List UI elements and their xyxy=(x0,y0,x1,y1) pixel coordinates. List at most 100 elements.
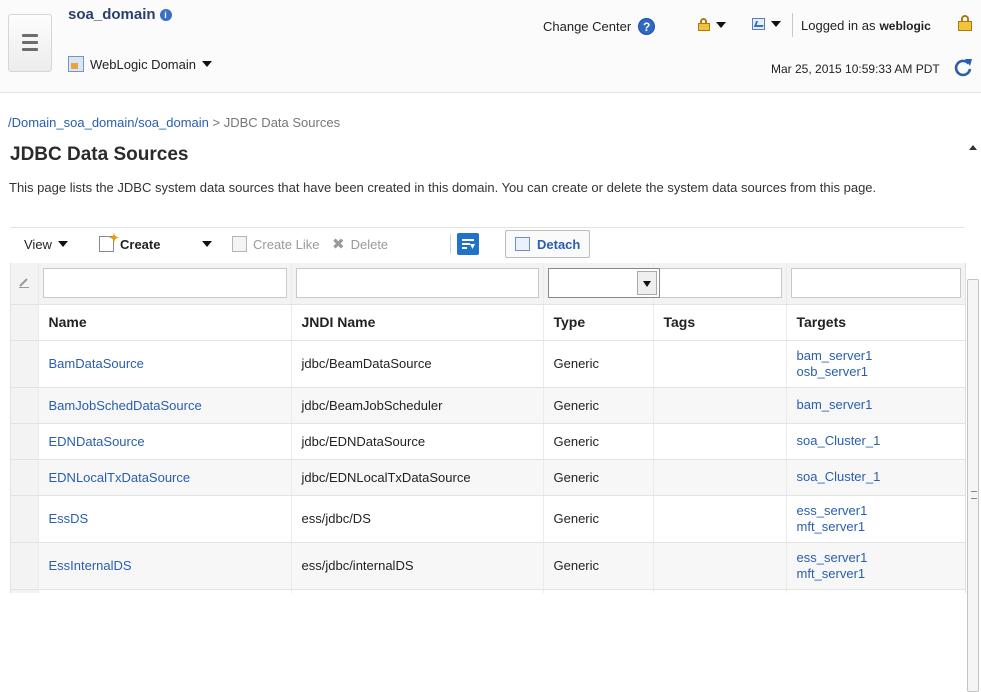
breadcrumb-separator: > xyxy=(212,115,221,130)
table-row[interactable]: EssDS ess/jdbc/DS Generic ess_server1 mf… xyxy=(11,495,965,543)
type-cell: Generic xyxy=(543,423,654,460)
breadcrumb: /Domain_soa_domain/soa_domain > JDBC Dat… xyxy=(8,115,340,130)
table-row[interactable]: EssInternalDS ess/jdbc/internalDS Generi… xyxy=(11,542,965,590)
data-source-name-link[interactable]: BamDataSource xyxy=(49,356,144,371)
name-filter-input[interactable] xyxy=(42,268,287,299)
targets-cell: bam_server1 xyxy=(786,387,965,424)
filter-cell-targets xyxy=(786,263,965,305)
tags-cell xyxy=(653,459,787,496)
lock-icon xyxy=(698,18,710,31)
hamburger-menu-icon xyxy=(22,34,38,37)
page-title: JDBC Data Sources xyxy=(10,144,189,165)
delete-label: Delete xyxy=(350,236,389,252)
change-center-link[interactable]: Change Center ? xyxy=(543,18,656,35)
breadcrumb-current: JDBC Data Sources xyxy=(223,115,341,130)
create-button[interactable]: Create xyxy=(99,228,160,260)
target-link[interactable]: ess_server1 xyxy=(797,503,868,518)
navigation-menu-button[interactable] xyxy=(8,14,52,72)
weblogic-domain-menu[interactable]: WebLogic Domain xyxy=(68,56,212,72)
scrollbar-thumb[interactable] xyxy=(967,279,979,692)
target-link[interactable]: osb_server1 xyxy=(797,364,869,379)
server-datetime: Mar 25, 2015 10:59:33 AM PDT xyxy=(771,62,940,76)
table-row[interactable]: EDNLocalTxDataSource jdbc/EDNLocalTxData… xyxy=(11,459,965,496)
chevron-down-icon xyxy=(201,61,212,67)
detach-button[interactable]: Detach xyxy=(505,228,591,260)
filter-icon xyxy=(457,233,479,255)
empty-cell xyxy=(543,589,654,593)
info-icon[interactable]: i xyxy=(159,9,172,22)
view-menu[interactable]: View xyxy=(24,228,68,260)
tags-cell xyxy=(653,387,787,424)
column-header-tags[interactable]: Tags xyxy=(653,304,787,341)
detach-box: Detach xyxy=(505,230,591,258)
column-header-targets[interactable]: Targets xyxy=(786,304,965,341)
vertical-scrollbar[interactable] xyxy=(965,139,981,692)
data-source-name-link[interactable]: EssInternalDS xyxy=(49,558,132,573)
tags-filter-input[interactable] xyxy=(657,268,782,299)
scroll-up-icon[interactable] xyxy=(969,145,977,150)
row-gutter xyxy=(11,423,39,460)
targets-filter-input[interactable] xyxy=(790,268,961,299)
target-link[interactable]: soa_Cluster_1 xyxy=(797,433,881,448)
breadcrumb-link-domain[interactable]: /Domain_soa_domain/soa_domain xyxy=(8,115,209,130)
logged-in-label: Logged in as xyxy=(801,18,876,33)
chevron-down-icon xyxy=(771,21,781,27)
scrollbar-grip-icon xyxy=(971,491,977,499)
jndi-name-cell: jdbc/BeamDataSource xyxy=(291,340,544,388)
target-link[interactable]: mft_server1 xyxy=(797,566,866,581)
create-dropdown-button[interactable] xyxy=(196,228,212,260)
jndi-filter-input[interactable] xyxy=(295,268,539,299)
chevron-down-icon xyxy=(57,241,68,247)
target-link[interactable]: soa_Cluster_1 xyxy=(797,469,881,484)
empty-cell xyxy=(653,589,787,593)
header-bar: soa_domain i WebLogic Domain Change Cente… xyxy=(0,0,981,93)
query-by-example-button[interactable] xyxy=(457,228,479,260)
column-header-jndi-name[interactable]: JNDI Name xyxy=(291,304,544,341)
table-row-partial[interactable] xyxy=(11,589,965,593)
table-toolbar: View Create Create Like ✖ Delete Detach xyxy=(10,227,964,260)
jndi-name-cell: ess/jdbc/internalDS xyxy=(291,542,544,590)
lock-menu[interactable] xyxy=(698,18,726,31)
table-row[interactable]: EDNDataSource jdbc/EDNDataSource Generic… xyxy=(11,423,965,460)
targets-cell: soa_Cluster_1 xyxy=(786,459,965,496)
target-link[interactable]: ess_server1 xyxy=(797,550,868,565)
target-link[interactable]: mft_server1 xyxy=(797,519,866,534)
filter-cell-name xyxy=(38,263,292,305)
filter-cell-tags xyxy=(653,263,787,305)
header-gutter xyxy=(11,304,39,341)
row-gutter xyxy=(11,589,39,593)
monitoring-menu[interactable] xyxy=(752,18,781,30)
page-description: This page lists the JDBC system data sou… xyxy=(9,180,877,195)
column-header-type[interactable]: Type xyxy=(543,304,654,341)
data-source-name-link[interactable]: EDNDataSource xyxy=(49,434,145,449)
header-row: Name JNDI Name Type Tags Targets xyxy=(11,304,965,341)
delete-button[interactable]: ✖ Delete xyxy=(332,228,388,260)
empty-cell xyxy=(291,589,544,593)
tags-cell xyxy=(653,423,787,460)
filter-cell-jndi xyxy=(291,263,544,305)
refresh-icon[interactable] xyxy=(952,56,974,78)
create-like-button[interactable]: Create Like xyxy=(232,228,319,260)
filter-cell-type xyxy=(543,263,660,305)
header-divider xyxy=(792,13,793,37)
logged-in-status: Logged in as weblogic xyxy=(801,18,931,33)
data-source-name-link[interactable]: EDNLocalTxDataSource xyxy=(49,470,191,485)
target-link[interactable]: bam_server1 xyxy=(797,397,873,412)
jndi-name-cell: jdbc/EDNDataSource xyxy=(291,423,544,460)
empty-cell xyxy=(786,589,965,593)
table-row[interactable]: BamJobSchedDataSource jdbc/BeamJobSchedu… xyxy=(11,387,965,424)
username[interactable]: weblogic xyxy=(879,19,930,33)
data-source-name-link[interactable]: EssDS xyxy=(49,511,89,526)
weblogic-domain-icon xyxy=(68,56,84,72)
table-row[interactable]: BamDataSource jdbc/BeamDataSource Generi… xyxy=(11,340,965,388)
type-filter-select[interactable] xyxy=(547,268,660,299)
column-header-name[interactable]: Name xyxy=(38,304,292,341)
help-icon[interactable]: ? xyxy=(638,18,656,35)
hamburger-menu-icon-line xyxy=(22,48,38,51)
filter-row-gutter xyxy=(11,263,39,305)
target-link[interactable]: bam_server1 xyxy=(797,348,873,363)
type-cell: Generic xyxy=(543,495,654,543)
targets-cell: bam_server1 osb_server1 xyxy=(786,340,965,388)
data-source-name-link[interactable]: BamJobSchedDataSource xyxy=(49,398,202,413)
tags-cell xyxy=(653,340,787,388)
